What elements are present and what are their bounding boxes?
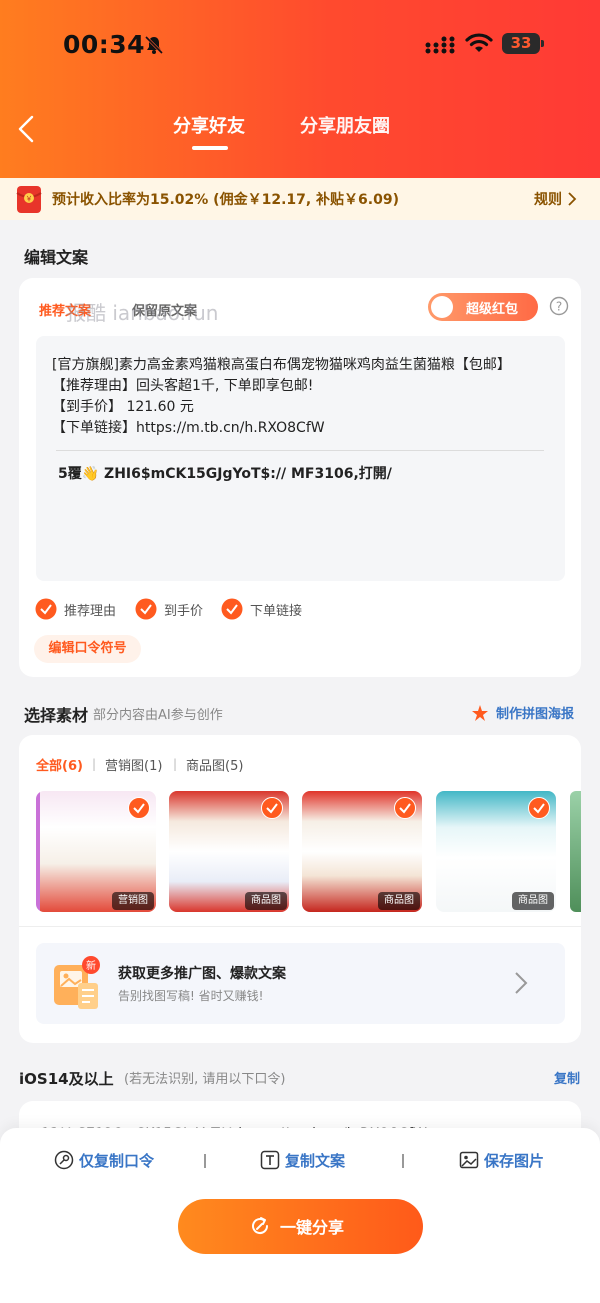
tab-share-moments[interactable]: 分享朋友圈	[300, 112, 390, 138]
promo-banner[interactable]	[36, 943, 565, 1024]
active-tab-indicator	[192, 146, 228, 150]
check-reason-icon[interactable]	[35, 598, 57, 620]
toggle-label: 超级红包	[466, 302, 519, 317]
thumb-tag: 商品图	[512, 892, 554, 910]
super-hongbao-toggle[interactable]: 超级红包	[428, 293, 538, 321]
help-icon[interactable]: ?	[549, 296, 569, 316]
svg-text:￥: ￥	[26, 195, 33, 203]
filter-marketing[interactable]: 营销图(1)	[105, 755, 162, 774]
svg-text:?: ?	[556, 300, 562, 314]
status-time: 00:34	[63, 30, 146, 59]
thumb-tag: 商品图	[378, 892, 420, 910]
rules-link[interactable]: 规则	[534, 189, 562, 209]
promo-title: 获取更多推广图、爆款文案	[118, 966, 286, 982]
commission-rate-text: 预计收入比率为15.02% (佣金￥12.17, 补贴￥6.09)	[52, 192, 399, 208]
thumb-tag: 营销图	[112, 892, 154, 910]
text-icon[interactable]	[260, 1150, 280, 1170]
material-thumb-4[interactable]: 商品图	[436, 791, 556, 912]
share-button-label: 一键分享	[280, 1218, 345, 1237]
copy-line-price: 【到手价】 121.60 元	[52, 399, 194, 415]
copy-line-reason: 【推荐理由】回头客超1千, 下单即享包邮!	[52, 378, 314, 394]
wifi-icon	[465, 33, 493, 52]
image-document-icon: 新	[54, 956, 100, 1009]
filter-all[interactable]: 全部(6)	[36, 755, 83, 774]
ios-copy-link[interactable]: 复制	[554, 1068, 580, 1087]
selected-check-icon	[128, 797, 150, 819]
option-price-label[interactable]: 到手价	[164, 600, 203, 619]
promo-badge: 新	[86, 959, 96, 972]
card-divider	[19, 926, 581, 927]
material-thumb-3[interactable]: 商品图	[302, 791, 422, 912]
filter-separator: |	[92, 757, 97, 771]
materials-title: 选择素材	[24, 706, 89, 725]
action-separator	[204, 1154, 206, 1168]
copy-line-title: [官方旗舰]素力高金素鸡猫粮高蛋白布偶宠物猫咪鸡肉益生菌猫粮【包邮】	[52, 357, 511, 373]
check-price-icon[interactable]	[135, 598, 157, 620]
filter-product[interactable]: 商品图(5)	[186, 755, 243, 774]
check-link-icon[interactable]	[221, 598, 243, 620]
password-text: 5覆👋 ZHI6$mCK15GJgYoT$:// MF3106,打開/	[58, 466, 392, 482]
bell-muted-icon	[144, 35, 164, 55]
back-arrow-icon[interactable]	[14, 112, 40, 146]
make-poster-link[interactable]: 制作拼图海报	[496, 703, 574, 722]
key-icon[interactable]	[54, 1150, 74, 1170]
chevron-right-icon[interactable]	[566, 191, 578, 207]
ios-title: iOS14及以上	[19, 1070, 114, 1088]
toggle-knob	[431, 296, 453, 318]
material-thumb-5-partial[interactable]	[570, 791, 581, 912]
material-thumb-1[interactable]: 营销图	[36, 791, 156, 912]
option-link-label[interactable]: 下单链接	[250, 600, 302, 619]
edit-symbol-button[interactable]: 编辑口令符号	[34, 635, 141, 663]
battery-indicator: 33	[502, 33, 540, 54]
selected-check-icon	[528, 797, 550, 819]
edit-copy-title: 编辑文案	[24, 248, 89, 267]
image-icon[interactable]	[459, 1150, 479, 1170]
materials-subtitle: 部分内容由AI参与创作	[93, 708, 223, 723]
header	[0, 0, 600, 178]
option-reason-label[interactable]: 推荐理由	[64, 600, 116, 619]
selected-check-icon	[394, 797, 416, 819]
tab-share-friend[interactable]: 分享好友	[173, 112, 245, 138]
promo-subtitle: 告别找图写稿! 省时又赚钱!	[118, 989, 264, 1003]
collage-poster-icon[interactable]	[471, 704, 489, 722]
save-image-button[interactable]: 保存图片	[484, 1150, 544, 1171]
text-divider	[56, 450, 544, 451]
selected-check-icon	[261, 797, 283, 819]
watermark-text: 报酷 ianbao.fun	[66, 301, 219, 325]
chevron-right-icon[interactable]	[514, 970, 528, 996]
copy-text-button[interactable]: 复制文案	[285, 1150, 345, 1171]
filter-separator: |	[173, 757, 178, 771]
copy-line-link: 【下单链接】https://m.tb.cn/h.RXO8CfW	[52, 420, 325, 436]
red-envelope-icon: ￥	[16, 186, 42, 213]
material-thumb-2[interactable]: 商品图	[169, 791, 289, 912]
ios-subtitle: (若无法识别, 请用以下口令)	[124, 1072, 286, 1087]
thumb-tag: 商品图	[245, 892, 287, 910]
battery-tip	[541, 40, 544, 47]
signal-icon	[425, 36, 455, 54]
share-icon	[252, 1217, 269, 1235]
copy-password-button[interactable]: 仅复制口令	[79, 1150, 154, 1171]
action-separator	[402, 1154, 404, 1168]
